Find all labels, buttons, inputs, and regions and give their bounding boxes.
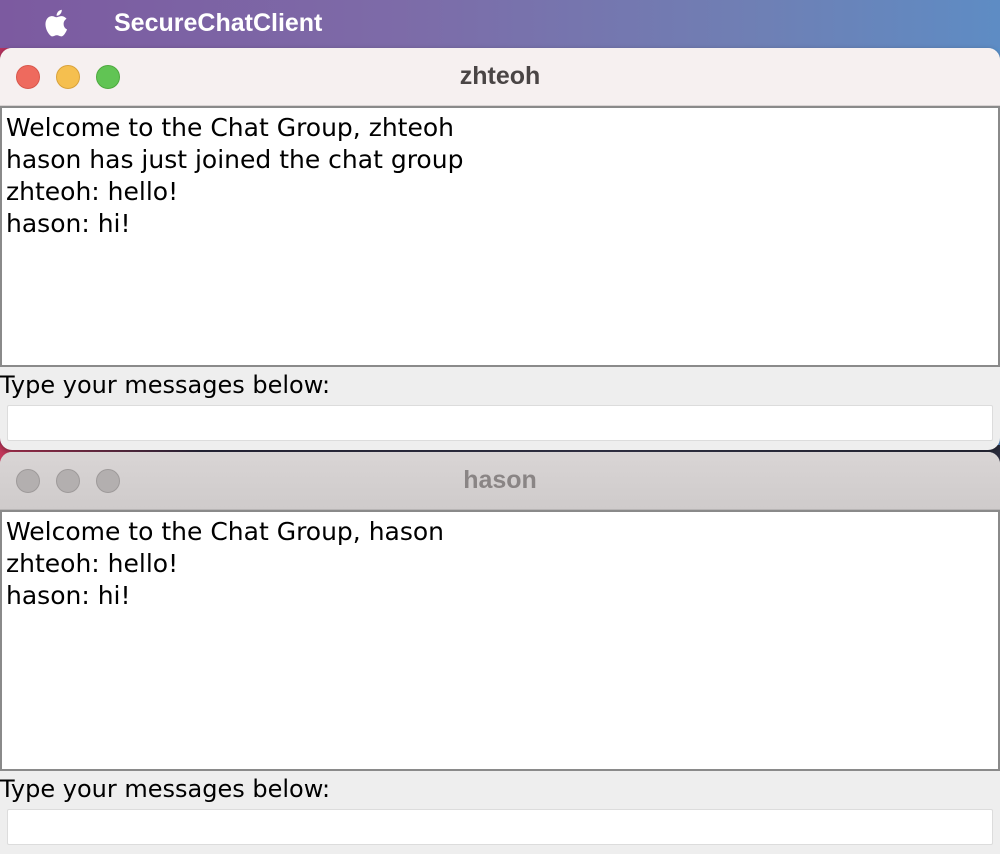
message-input[interactable] [7,809,993,845]
apple-logo-icon[interactable] [40,6,74,40]
chat-message: hason has just joined the chat group [6,145,464,174]
chat-message: hason: hi! [6,209,131,238]
chat-message: Welcome to the Chat Group, hason [6,517,445,546]
message-prompt-label: Type your messages below: [0,371,331,399]
menu-bar: SecureChatClient [0,0,1000,48]
chat-log[interactable]: Welcome to the Chat Group, zhteoh hason … [0,106,1000,367]
app-name-menu[interactable]: SecureChatClient [114,6,322,40]
chat-window-zhteoh: zhteoh Welcome to the Chat Group, zhteoh… [0,48,1000,450]
window-title: hason [463,466,537,494]
chat-window-hason: hason Welcome to the Chat Group, hason z… [0,452,1000,854]
message-input[interactable] [7,405,993,441]
window-titlebar[interactable]: hason [0,452,1000,510]
window-titlebar[interactable]: zhteoh [0,48,1000,106]
chat-message: hason: hi! [6,581,131,610]
chat-message: Welcome to the Chat Group, zhteoh [6,113,454,142]
chat-message: zhteoh: hello! [6,177,179,206]
window-title: zhteoh [459,62,541,90]
message-prompt-label: Type your messages below: [0,775,331,803]
chat-message: zhteoh: hello! [6,549,179,578]
chat-log[interactable]: Welcome to the Chat Group, hason zhteoh:… [0,510,1000,771]
